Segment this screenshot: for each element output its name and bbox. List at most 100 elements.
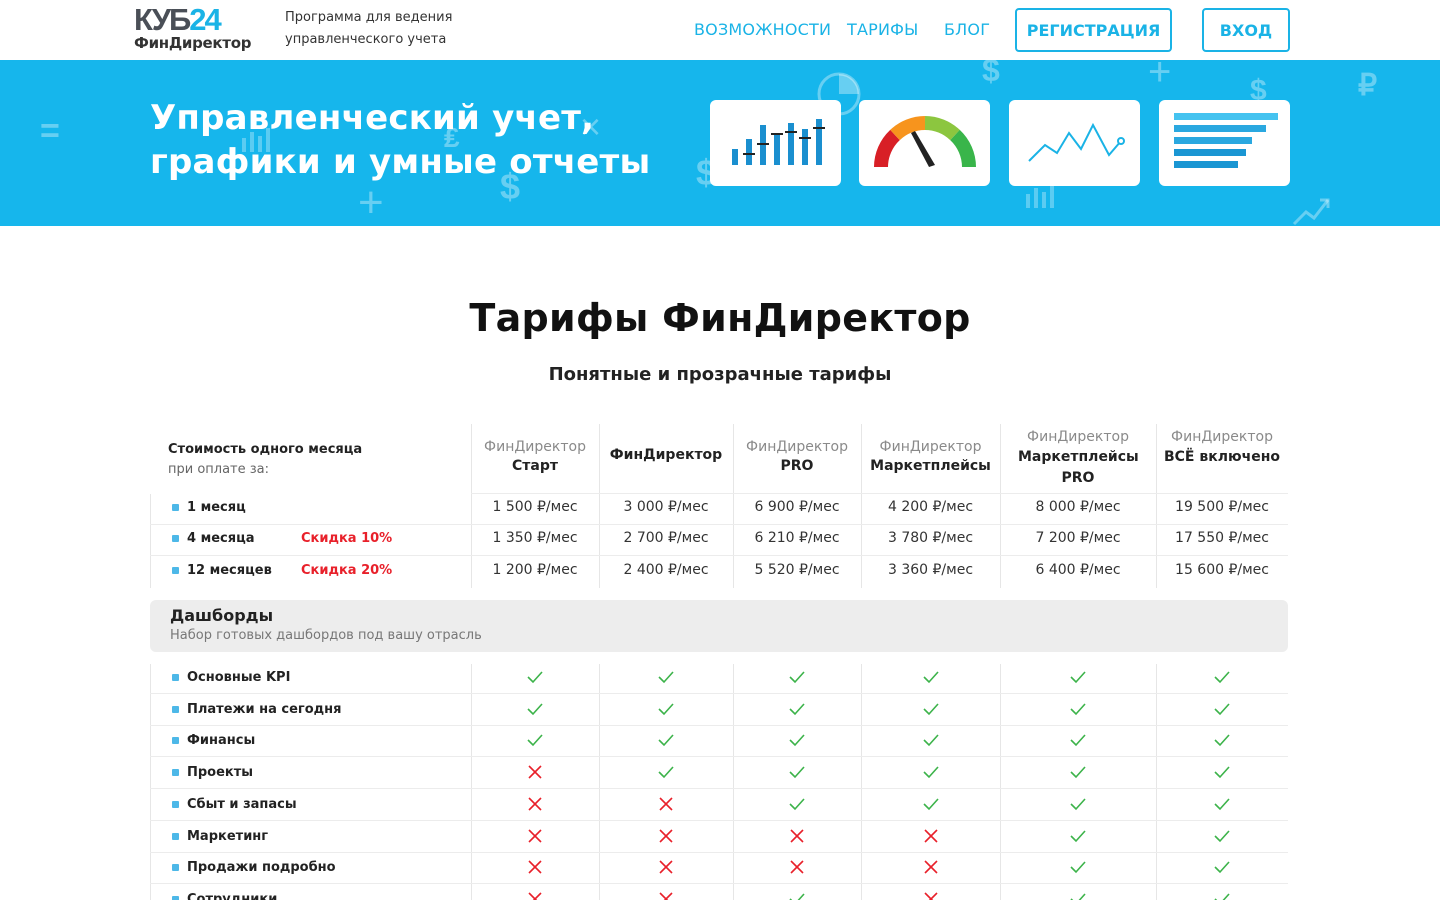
plan-header: ФинДиректор xyxy=(599,446,733,465)
plan-header-name: ВСЁ включено xyxy=(1163,449,1280,465)
bullet-icon xyxy=(172,567,179,574)
cost-sublabel: при оплате за: xyxy=(168,462,270,477)
plan-header-name: Маркетплейсы PRO xyxy=(1018,449,1139,486)
billing-period-text: 4 месяца xyxy=(187,531,255,546)
logo-number: 24 xyxy=(189,2,222,37)
column-divider xyxy=(1000,664,1001,900)
check-icon xyxy=(1069,827,1087,845)
hero-title-line-1: Управленческий учет, xyxy=(150,98,595,138)
feature-label: Продажи подробно xyxy=(172,860,336,875)
cost-label: Стоимость одного месяца xyxy=(168,442,363,457)
plan-price: 3 000 ₽/мес xyxy=(623,499,709,515)
bullet-icon xyxy=(172,737,179,745)
row-label-divider xyxy=(150,494,151,588)
feature-label: Сбыт и запасы xyxy=(172,797,297,812)
feature-label: Платежи на сегодня xyxy=(172,702,341,717)
check-icon xyxy=(922,731,940,749)
plan-header: ФинДиректор Старт xyxy=(471,438,599,476)
check-icon xyxy=(788,890,806,900)
plan-price: 2 400 ₽/мес xyxy=(623,562,709,578)
billing-period-label: 12 месяцев xyxy=(172,563,272,578)
feature-text: Сбыт и запасы xyxy=(187,796,297,812)
plan-header: ФинДиректор PRO xyxy=(733,438,861,476)
cross-icon xyxy=(526,763,544,781)
plan-price: 6 210 ₽/мес xyxy=(754,530,840,546)
row-divider xyxy=(150,524,1288,525)
check-icon xyxy=(657,700,675,718)
site-header: КУБ24 ФинДиректор Программа для ведения … xyxy=(0,0,1440,60)
row-divider xyxy=(150,756,1288,758)
check-icon xyxy=(1069,795,1087,813)
check-icon xyxy=(657,763,675,781)
plan-price: 3 360 ₽/мес xyxy=(887,562,974,578)
plan-price: 15 600 ₽/мес xyxy=(1175,562,1269,578)
feature-text: Основные KPI xyxy=(187,670,291,685)
nav-link-pricing[interactable]: ТАРИФЫ xyxy=(847,20,918,39)
plan-header-prefix: ФинДиректор xyxy=(1027,429,1129,445)
feature-label: Финансы xyxy=(172,733,255,748)
check-icon xyxy=(657,668,675,686)
plan-price: 1 500 ₽/мес xyxy=(492,499,578,515)
row-divider xyxy=(150,693,1288,694)
feature-text: Проекты xyxy=(187,765,254,781)
dashboards-section-header: Дашборды Набор готовых дашбордов под вашу… xyxy=(150,600,1288,652)
plan-header-prefix: ФинДиректор xyxy=(1171,429,1273,445)
hero-banner: = × + $ ₤ $ $ + $ ₽ Управленческий учет,… xyxy=(0,60,1440,226)
row-divider xyxy=(150,883,1288,885)
login-button[interactable]: ВХОД xyxy=(1202,8,1290,52)
discount-badge: Скидка 10% xyxy=(301,531,393,546)
register-button[interactable]: РЕГИСТРАЦИЯ xyxy=(1015,8,1172,52)
plus-deco-icon: + xyxy=(1148,60,1172,94)
plan-price: 7 200 ₽/мес xyxy=(1035,530,1121,546)
plus-deco-icon: + xyxy=(358,178,384,226)
plan-header-prefix: ФинДиректор xyxy=(746,439,848,455)
pricing-subtitle: Понятные и прозрачные тарифы xyxy=(548,364,892,385)
check-icon xyxy=(1213,858,1231,876)
feature-label: Проекты xyxy=(172,765,253,780)
check-icon xyxy=(1213,700,1231,718)
row-divider xyxy=(150,851,1288,853)
nav-link-blog[interactable]: БЛОГ xyxy=(944,20,990,39)
plan-price: 6 900 ₽/мес xyxy=(754,499,840,515)
feature-label: Сотрудники xyxy=(172,892,277,900)
plan-price: 8 000 ₽/мес xyxy=(1035,499,1121,515)
check-icon xyxy=(1069,731,1087,749)
check-icon xyxy=(1069,668,1087,686)
row-divider xyxy=(150,724,1288,726)
hero-title-line-2: графики и умные отчеты xyxy=(150,142,651,182)
check-icon xyxy=(922,795,940,813)
cross-icon xyxy=(526,890,544,900)
bullet-icon xyxy=(172,864,179,872)
check-icon xyxy=(1213,890,1231,900)
bullet-icon xyxy=(172,674,179,681)
feature-text: Продажи подробно xyxy=(187,860,336,876)
check-icon xyxy=(788,795,806,813)
row-divider xyxy=(150,555,1288,556)
cross-icon xyxy=(526,795,544,813)
row-divider xyxy=(150,819,1288,821)
check-icon xyxy=(526,700,544,718)
bar-chart-card xyxy=(710,100,841,186)
dollar-deco-icon: $ xyxy=(982,60,1000,88)
growth-deco-icon xyxy=(1292,198,1330,226)
logo-product-name: ФинДиректор xyxy=(134,34,252,52)
bullet-icon xyxy=(172,705,179,713)
bullet-icon xyxy=(172,769,179,777)
bullet-icon xyxy=(172,832,179,840)
discount-badge: Скидка 20% xyxy=(301,563,393,578)
cross-icon xyxy=(922,890,940,900)
bullet-icon xyxy=(172,895,179,900)
cross-icon xyxy=(657,795,675,813)
nav-link-features[interactable]: ВОЗМОЖНОСТИ xyxy=(694,20,831,39)
plan-header-prefix: ФинДиректор xyxy=(484,439,586,455)
logo[interactable]: КУБ24 ФинДиректор xyxy=(134,2,252,52)
plan-price: 3 780 ₽/мес xyxy=(887,530,974,546)
bullet-icon xyxy=(172,800,179,808)
hero-title: Управленческий учет, графики и умные отч… xyxy=(150,96,650,184)
cross-icon xyxy=(657,890,675,900)
column-divider xyxy=(1156,664,1157,900)
check-icon xyxy=(1069,700,1087,718)
billing-period-text: 12 месяцев xyxy=(187,563,272,578)
plan-price: 1 200 ₽/мес xyxy=(492,562,578,578)
check-icon xyxy=(1069,858,1087,876)
